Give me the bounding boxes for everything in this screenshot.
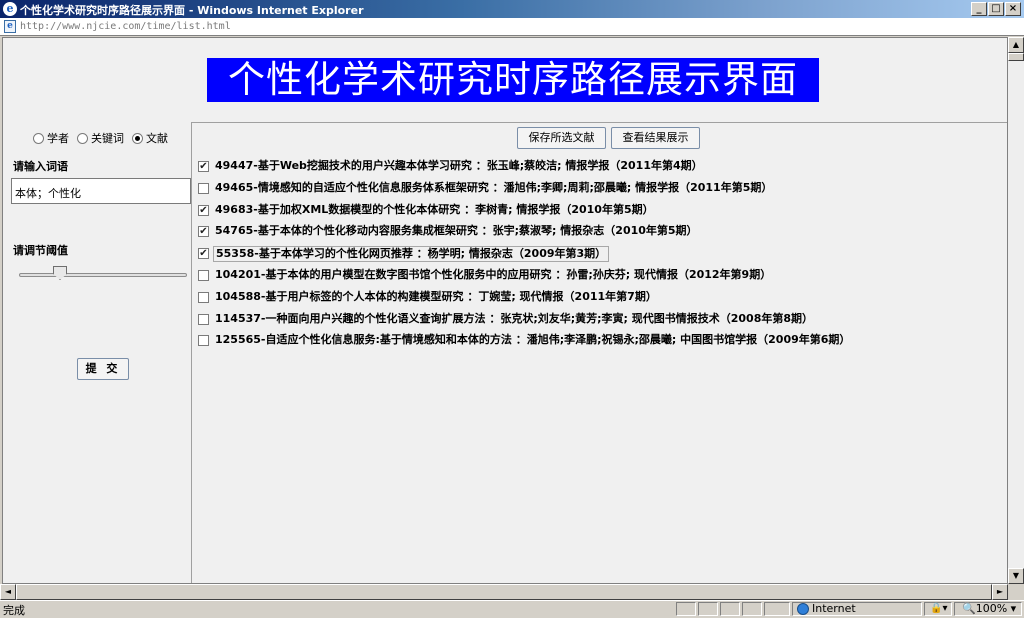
status-cell — [742, 602, 762, 616]
radio-button[interactable] — [132, 133, 143, 144]
scrollbar-corner — [1008, 584, 1024, 600]
zoom-value: 100% — [975, 602, 1008, 615]
document-item[interactable]: ✔ 55358-基于本体学习的个性化网页推荐 ：杨学明; 情报杂志（2009年第3… — [198, 244, 1004, 266]
status-cell — [720, 602, 740, 616]
document-item[interactable]: ✔ 54765-基于本体的个性化移动内容服务集成框架研究 ：张宇;蔡淑琴; 情报杂… — [198, 222, 1004, 244]
document-title: 49683-基于加权XML数据模型的个性化本体研究 ：李树青; 情报学报（201… — [215, 202, 654, 216]
document-checkbox[interactable]: ✔ — [198, 248, 209, 260]
term-label: 请输入词语 — [13, 160, 68, 173]
browser-window: e 个性化学术研究时序路径展示界面 - Windows Internet Exp… — [0, 0, 1024, 617]
radio-button[interactable] — [77, 133, 88, 144]
document-checkbox[interactable] — [198, 269, 209, 281]
document-item[interactable]: 114537-一种面向用户兴趣的个性化语义查询扩展方法 ：张克状;刘友华;黄芳;… — [198, 310, 1004, 332]
document-checkbox[interactable]: ✔ — [198, 226, 209, 238]
document-checkbox[interactable] — [198, 335, 209, 347]
document-title: 55358-基于本体学习的个性化网页推荐 ：杨学明; 情报杂志（2009年第3期… — [213, 246, 610, 263]
address-url[interactable]: http://www.njcie.com/time/list.html — [20, 21, 231, 32]
document-list: ✔ 49447-基于Web挖掘技术的用户兴趣本体学习研究 ：张玉峰;蔡皎洁; 情报… — [198, 157, 1004, 353]
close-button[interactable]: × — [1005, 2, 1021, 16]
scroll-up-button[interactable]: ▲ — [1008, 37, 1024, 53]
horizontal-scroll-thumb[interactable] — [16, 584, 992, 600]
zoom-glyph: 🔍 — [962, 602, 976, 615]
document-checkbox[interactable] — [198, 182, 209, 194]
results-panel: 保存所选文献 查看结果展示 ✔ 49447-基于Web挖掘技术的用户兴趣本体学习研… — [191, 122, 1007, 583]
submit-button[interactable]: 提 交 — [77, 358, 129, 380]
document-title: 114537-一种面向用户兴趣的个性化语义查询扩展方法 ：张克状;刘友华;黄芳;… — [215, 311, 814, 325]
page-title: 个性化学术研究时序路径展示界面 — [207, 58, 819, 102]
vertical-scrollbar[interactable]: ▲ ▼ — [1008, 37, 1024, 584]
search-type-option[interactable]: 文献 — [132, 132, 168, 145]
status-cell — [764, 602, 790, 616]
term-input[interactable]: 本体；个性化 — [11, 178, 191, 204]
page-icon: e — [4, 20, 16, 33]
vertical-scroll-thumb[interactable] — [1008, 53, 1024, 61]
threshold-slider[interactable] — [19, 266, 187, 282]
ie-logo-icon: e — [3, 2, 17, 16]
radio-button[interactable] — [33, 133, 44, 144]
status-cell — [676, 602, 696, 616]
document-title: 104588-基于用户标签的个人本体的构建模型研究 ：丁婉莹; 现代情报（201… — [215, 289, 657, 303]
radio-label: 关键词 — [91, 132, 124, 145]
document-item[interactable]: 104201-基于本体的用户模型在数字图书馆个性化服务中的应用研究 ：孙雷;孙庆… — [198, 266, 1004, 288]
search-panel: 学者 关键词 文献 请输入词语 本体；个性化 请调节阈值 提 交 — [11, 122, 191, 584]
save-selected-button[interactable]: 保存所选文献 — [517, 127, 606, 149]
horizontal-scrollbar[interactable]: ◄ ► — [0, 584, 1008, 600]
document-title: 104201-基于本体的用户模型在数字图书馆个性化服务中的应用研究 ：孙雷;孙庆… — [215, 267, 772, 281]
document-item[interactable]: 49465-情境感知的自适应个性化信息服务体系框架研究 ：潘旭伟;李卿;周莉;邵… — [198, 179, 1004, 201]
search-type-group: 学者 关键词 文献 — [33, 130, 176, 146]
slider-track[interactable] — [19, 273, 187, 277]
globe-icon — [797, 603, 809, 615]
scroll-down-button[interactable]: ▼ — [1008, 568, 1024, 584]
page-content: 个性化学术研究时序路径展示界面 学者 关键词 文献 请输入词语 本体；个性化 请调节… — [2, 37, 1008, 584]
scroll-right-button[interactable]: ► — [992, 584, 1008, 600]
document-checkbox[interactable] — [198, 291, 209, 303]
document-title: 49447-基于Web挖掘技术的用户兴趣本体学习研究 ：张玉峰;蔡皎洁; 情报学… — [215, 159, 703, 172]
document-item[interactable]: 125565-自适应个性化信息服务:基于情境感知和本体的方法 ：潘旭伟;李泽鹏;… — [198, 331, 1004, 353]
title-bar: e 个性化学术研究时序路径展示界面 - Windows Internet Exp… — [0, 0, 1024, 18]
maximize-button[interactable]: □ — [988, 2, 1004, 16]
document-title: 54765-基于本体的个性化移动内容服务集成框架研究 ：张宇;蔡淑琴; 情报杂志… — [215, 224, 698, 238]
security-zone: Internet — [812, 602, 856, 615]
address-row: e http://www.njcie.com/time/list.html — [0, 18, 1024, 36]
document-item[interactable]: ✔ 49683-基于加权XML数据模型的个性化本体研究 ：李树青; 情报学报（20… — [198, 201, 1004, 223]
window-title: 个性化学术研究时序路径展示界面 - Windows Internet Explo… — [20, 4, 364, 17]
radio-label: 文献 — [146, 132, 168, 145]
threshold-label: 请调节阈值 — [13, 244, 68, 257]
document-title: 49465-情境感知的自适应个性化信息服务体系框架研究 ：潘旭伟;李卿;周莉;邵… — [215, 180, 773, 194]
search-type-option[interactable]: 关键词 — [77, 132, 124, 145]
status-bar: 完成 Internet 🔒▾ 🔍100% ▾ — [0, 600, 1024, 617]
scroll-left-button[interactable]: ◄ — [0, 584, 16, 600]
document-checkbox[interactable]: ✔ — [198, 161, 209, 172]
lock-icon[interactable]: 🔒▾ — [930, 603, 947, 614]
document-checkbox[interactable] — [198, 313, 209, 325]
view-results-button[interactable]: 查看结果展示 — [611, 127, 700, 149]
zoom-level[interactable]: 🔍100% ▾ — [962, 602, 1016, 615]
document-item[interactable]: 104588-基于用户标签的个人本体的构建模型研究 ：丁婉莹; 现代情报（201… — [198, 288, 1004, 310]
minimize-button[interactable]: _ — [971, 2, 987, 16]
document-title: 125565-自适应个性化信息服务:基于情境感知和本体的方法 ：潘旭伟;李泽鹏;… — [215, 333, 851, 347]
status-cell — [698, 602, 718, 616]
radio-label: 学者 — [47, 132, 69, 145]
search-type-option[interactable]: 学者 — [33, 132, 69, 145]
document-checkbox[interactable]: ✔ — [198, 204, 209, 216]
document-item[interactable]: ✔ 49447-基于Web挖掘技术的用户兴趣本体学习研究 ：张玉峰;蔡皎洁; 情报… — [198, 157, 1004, 179]
slider-thumb[interactable] — [53, 266, 67, 280]
